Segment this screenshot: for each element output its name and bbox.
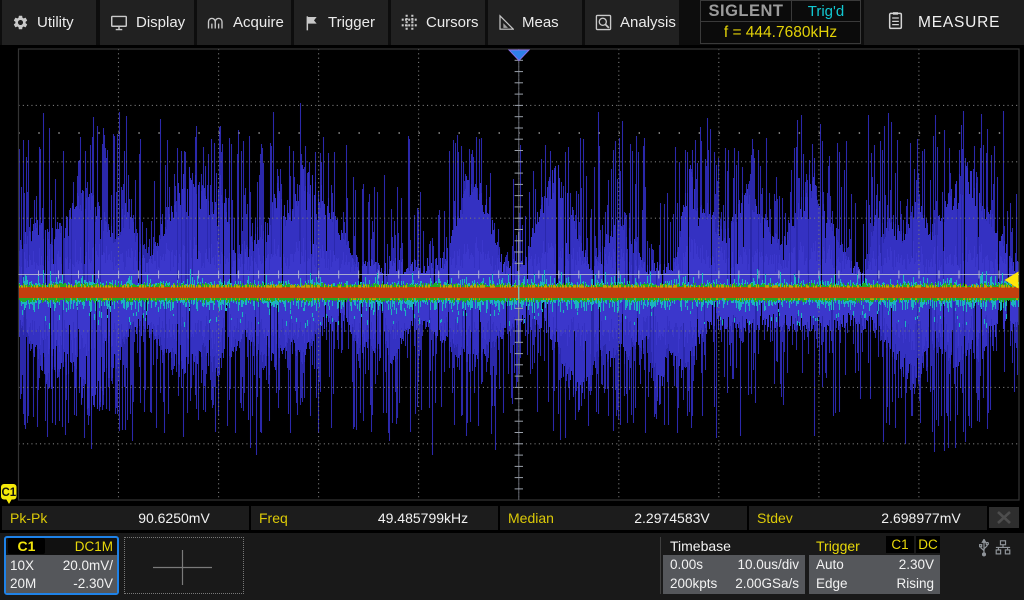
svg-text:C1: C1 (1, 487, 16, 499)
